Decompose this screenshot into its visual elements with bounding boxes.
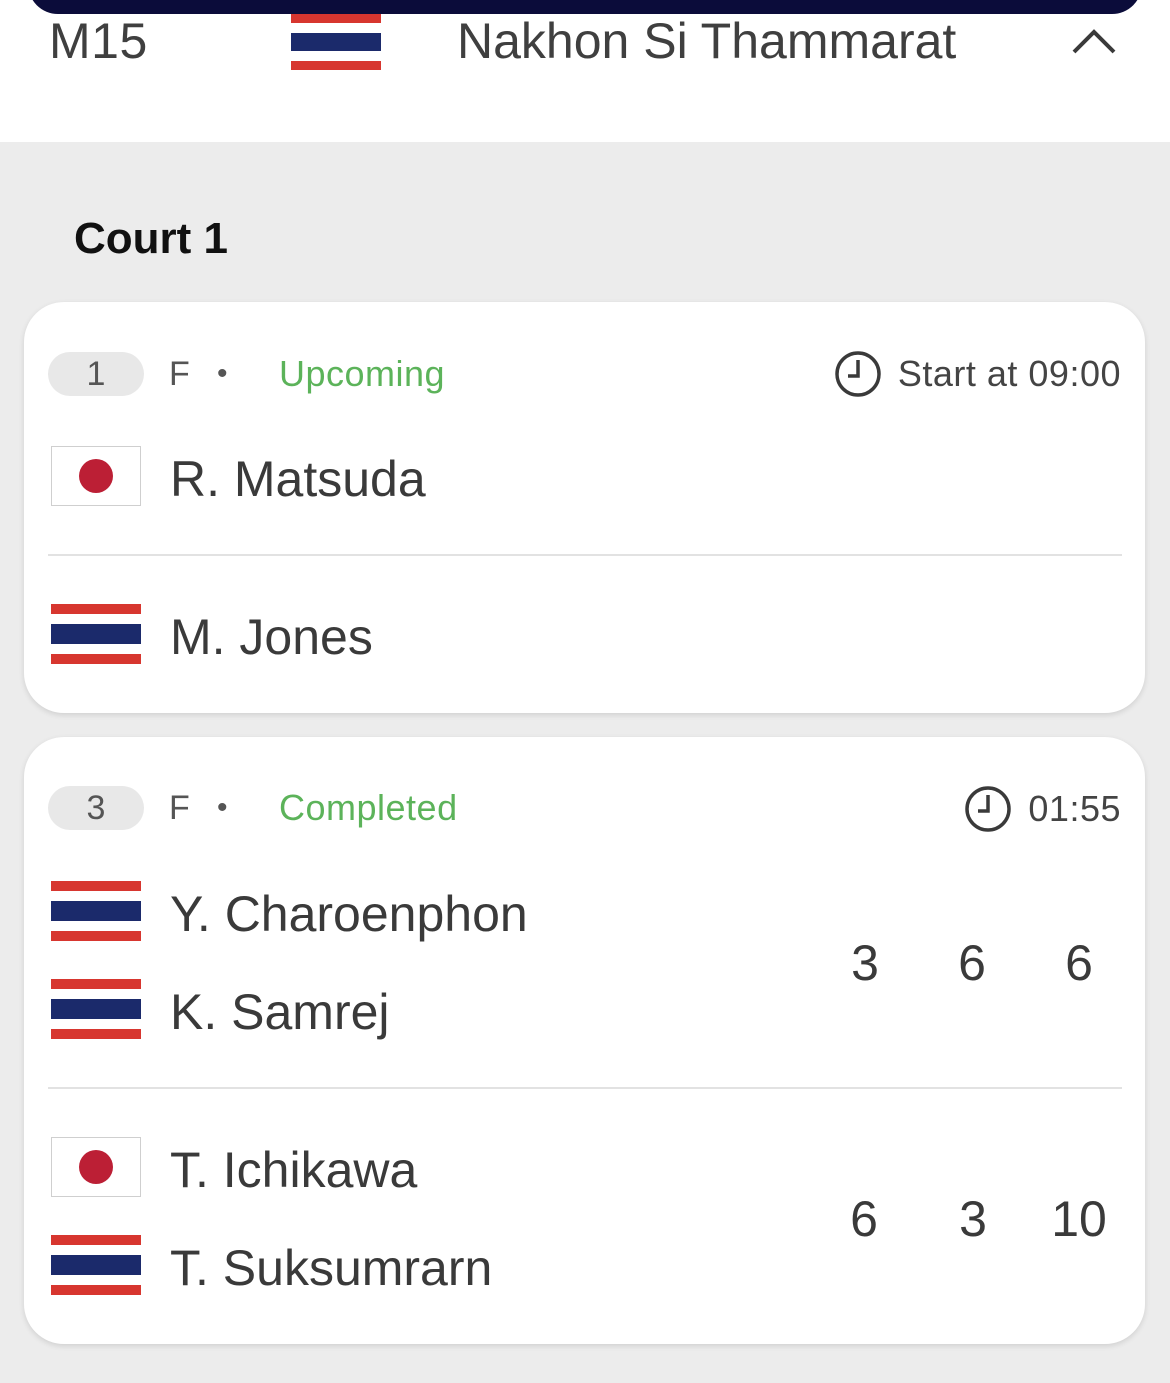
- match-time: Start at 09:00: [834, 350, 1121, 398]
- time-text: 01:55: [1028, 788, 1121, 829]
- match-status: Completed: [279, 787, 458, 828]
- match-number-badge: 3: [48, 786, 144, 830]
- separator-dot: •: [217, 791, 228, 824]
- set-score: 6: [1065, 935, 1093, 991]
- set-score: 6: [850, 1191, 878, 1247]
- match-duration: 01:55: [964, 785, 1121, 833]
- match-status: Upcoming: [279, 353, 446, 394]
- player-name[interactable]: R. Matsuda: [170, 450, 426, 508]
- set-score: 6: [958, 935, 986, 991]
- divider: [48, 1087, 1122, 1089]
- tournament-header[interactable]: M15 Nakhon Si Thammarat: [0, 0, 1170, 142]
- japan-flag-icon: [51, 446, 141, 506]
- japan-flag-icon: [51, 1137, 141, 1197]
- thailand-flag-icon: [51, 979, 141, 1039]
- divider: [48, 554, 1122, 556]
- set-score: 10: [1051, 1191, 1107, 1247]
- thailand-flag-icon: [291, 14, 381, 70]
- court-title: Court 1: [74, 214, 228, 263]
- thailand-flag-icon: [51, 604, 141, 664]
- match-card[interactable]: 1 F • Upcoming Start at 09:00 R. Matsuda…: [24, 302, 1145, 713]
- set-score: 3: [959, 1191, 987, 1247]
- round-label: F: [169, 355, 190, 393]
- thailand-flag-icon: [51, 1235, 141, 1295]
- round-label: F: [169, 789, 190, 827]
- player-name[interactable]: M. Jones: [170, 608, 373, 666]
- clock-icon: [965, 786, 1012, 832]
- set-score: 3: [851, 935, 879, 991]
- player-name[interactable]: T. Ichikawa: [170, 1141, 417, 1199]
- match-number-badge: 1: [48, 352, 144, 396]
- clock-icon: [835, 351, 881, 397]
- time-text: Start at 09:00: [897, 353, 1121, 394]
- player-name[interactable]: K. Samrej: [170, 983, 390, 1041]
- tour-code: M15: [49, 13, 148, 69]
- match-card[interactable]: 3 F • Completed 01:55 Y. Charoenphon K. …: [24, 737, 1145, 1344]
- player-name[interactable]: Y. Charoenphon: [170, 885, 528, 943]
- player-name[interactable]: T. Suksumrarn: [170, 1239, 492, 1297]
- tour-name: Nakhon Si Thammarat: [457, 13, 957, 69]
- thailand-flag-icon: [51, 881, 141, 941]
- separator-dot: •: [217, 357, 228, 390]
- chevron-up-icon[interactable]: [1070, 22, 1118, 58]
